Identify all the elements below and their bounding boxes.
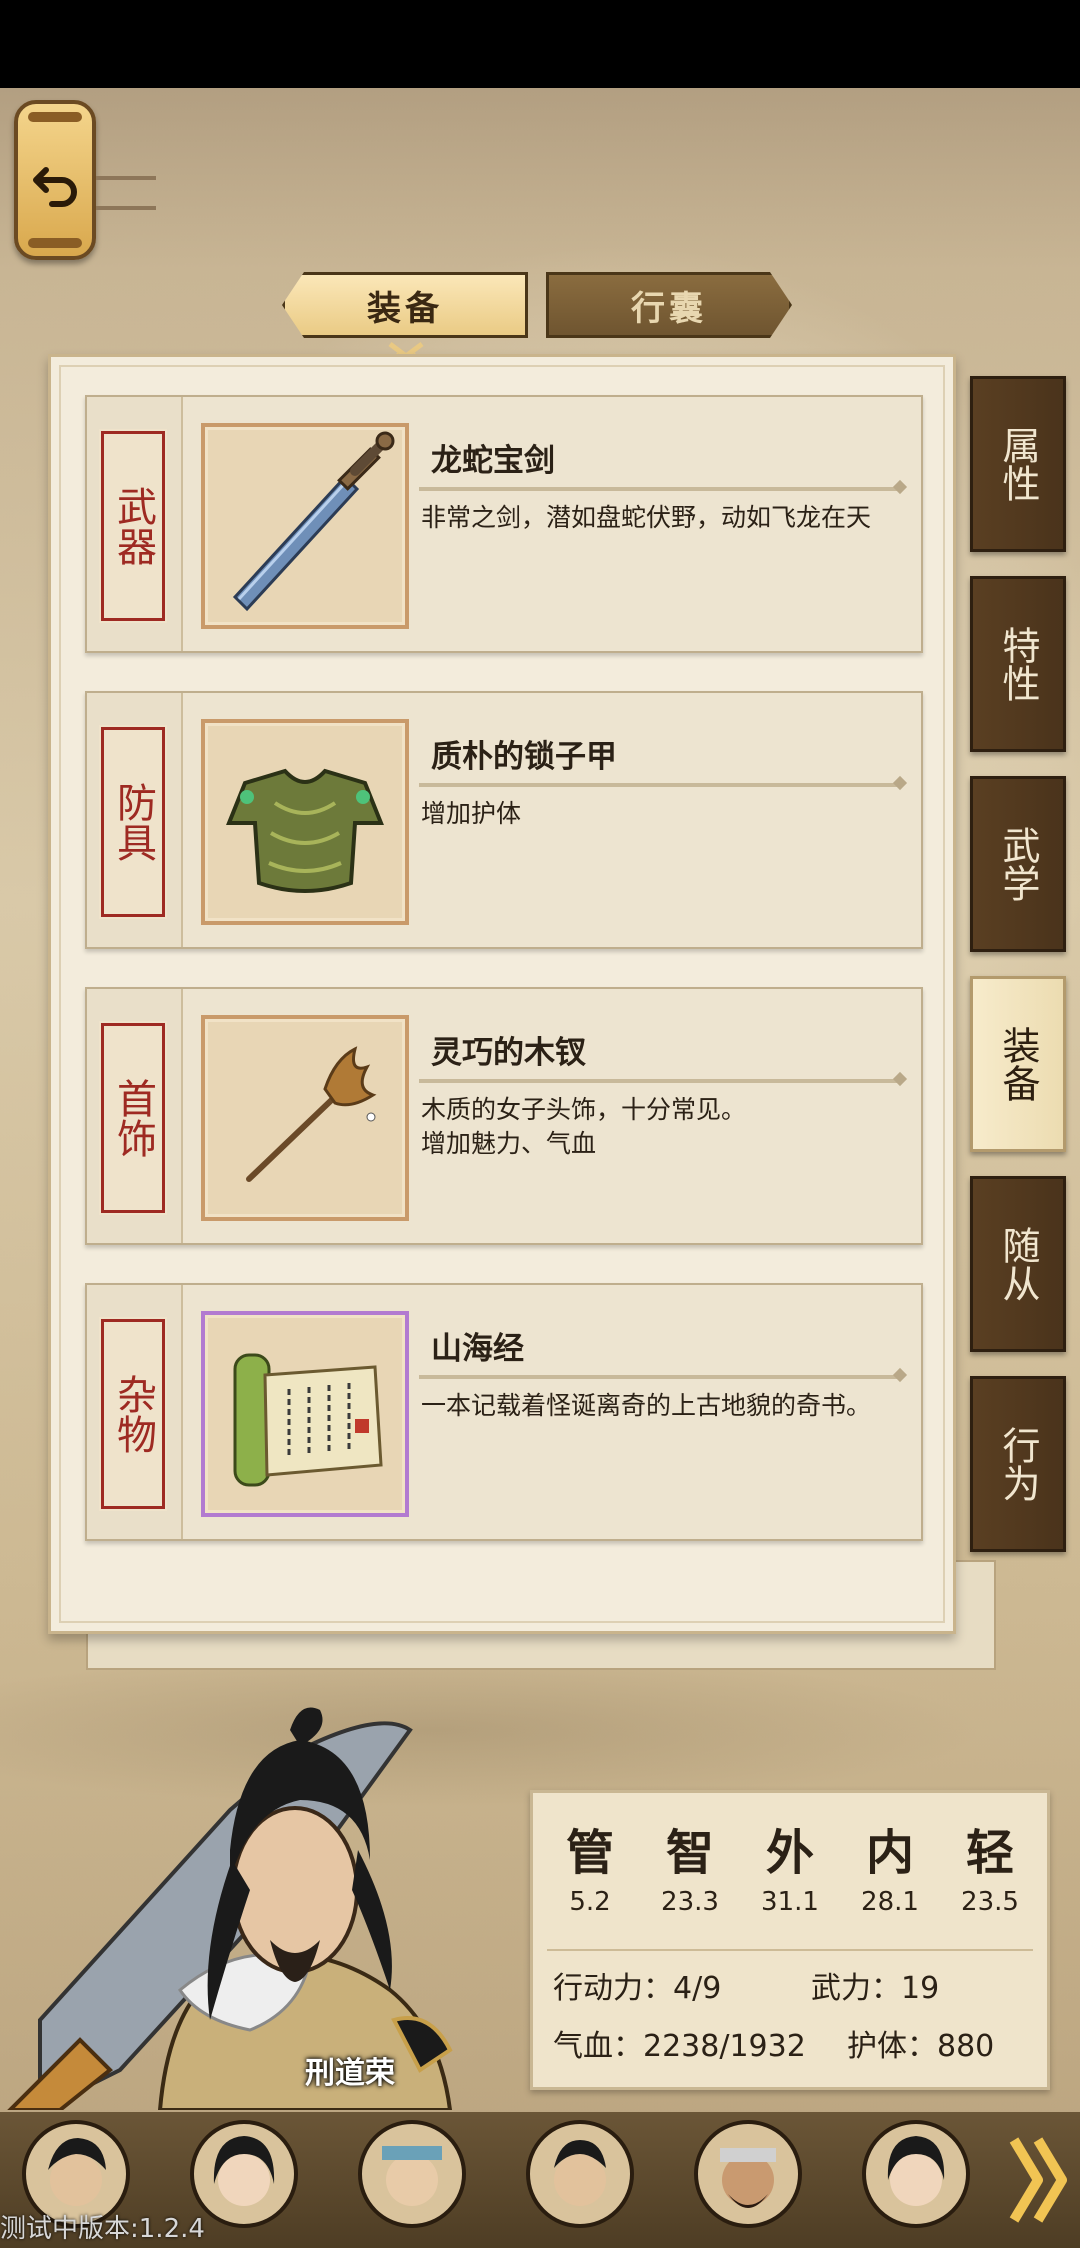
tab-equipment[interactable]: 装备	[282, 272, 528, 338]
back-arrow-icon	[33, 167, 77, 207]
side-tab-label: 随从	[996, 1226, 1040, 1302]
back-button-top-bar	[28, 112, 82, 122]
item-icon-frame[interactable]	[201, 719, 409, 925]
sword-icon	[232, 431, 395, 612]
stat-label: 轻	[965, 1825, 1014, 1881]
defense-stat: 护体：880	[847, 2029, 995, 2064]
version-label: 测试中版本:1.2.4	[0, 2214, 205, 2244]
category-text: 武器	[110, 486, 156, 566]
category-label-weapon: 武器	[99, 429, 167, 623]
stat-label: 智	[665, 1825, 714, 1881]
back-button[interactable]	[14, 100, 96, 260]
action-points: 行动力：4/9	[553, 1971, 722, 2006]
category-text: 杂物	[110, 1374, 156, 1454]
item-description: 木质的女子头饰，十分常见。 增加魅力、气血	[421, 1095, 747, 1158]
chevron-right-icon[interactable]	[1008, 2128, 1072, 2232]
stat-value: 31.1	[761, 1887, 819, 1917]
equipment-slot-weapon[interactable]: 武器 龙蛇宝剑 非常之剑，潜如盘蛇伏野，动如飞龙在天	[85, 395, 923, 653]
stat-label: 管	[565, 1825, 614, 1881]
item-icon-frame[interactable]	[201, 1015, 409, 1221]
scroll-icon	[233, 1353, 383, 1487]
item-name: 龙蛇宝剑	[431, 443, 555, 479]
stat-external: 外 31.1	[745, 1813, 835, 1917]
roster-avatar[interactable]	[862, 2120, 970, 2228]
hp-stat: 气血：2238/1932	[553, 2029, 806, 2064]
stat-label: 外	[765, 1825, 814, 1881]
item-name: 山海经	[431, 1331, 524, 1367]
side-tab-label: 行为	[996, 1426, 1040, 1502]
item-divider	[419, 1375, 899, 1379]
back-button-bottom-bar	[28, 238, 82, 248]
stat-internal: 内 28.1	[845, 1813, 935, 1917]
wooden-hairpin-icon	[246, 1046, 377, 1182]
item-divider	[419, 783, 899, 787]
tab-inventory[interactable]: 行囊	[546, 272, 792, 338]
stats-panel: 管 5.2 智 23.3 外 31.1 内 28.1 轻 23.5 行动力：4/…	[530, 1790, 1050, 2090]
side-tab-label: 装备	[996, 1026, 1040, 1102]
avatar-6	[887, 2136, 945, 2206]
roster-avatar[interactable]	[190, 2120, 298, 2228]
slot-category-column: 杂物	[87, 1285, 183, 1539]
category-text: 防具	[110, 782, 156, 862]
item-description: 增加护体	[421, 799, 522, 828]
avatar-2	[213, 2136, 275, 2206]
category-label-armor: 防具	[99, 725, 167, 919]
character-name: 刑道荣	[305, 2056, 395, 2091]
category-text: 首饰	[110, 1078, 156, 1158]
equipment-slot-accessory[interactable]: 首饰 灵巧的木钗 木质的女子头饰，十分常见。 增加魅力、气血	[85, 987, 923, 1245]
side-tab-equipment[interactable]: 装备	[970, 976, 1066, 1152]
side-tab-traits[interactable]: 特性	[970, 576, 1066, 752]
top-tab-bar: 装备 行囊	[282, 272, 792, 338]
item-icon-frame[interactable]	[201, 1311, 409, 1517]
category-label-misc: 杂物	[99, 1317, 167, 1511]
stat-agility: 轻 23.5	[945, 1813, 1035, 1917]
side-tab-behavior[interactable]: 行为	[970, 1376, 1066, 1552]
item-divider	[419, 487, 899, 491]
slot-category-column: 防具	[87, 693, 183, 947]
side-tab-attributes[interactable]: 属性	[970, 376, 1066, 552]
stat-intelligence: 智 23.3	[645, 1813, 735, 1917]
roster-avatar[interactable]	[694, 2120, 802, 2228]
roster-avatar[interactable]	[358, 2120, 466, 2228]
stat-value: 5.2	[569, 1887, 611, 1917]
stat-value: 23.5	[961, 1887, 1019, 1917]
item-name: 灵巧的木钗	[431, 1035, 586, 1071]
divider	[96, 176, 156, 180]
divider	[96, 206, 156, 210]
character-portrait	[7, 1707, 453, 2110]
stat-label: 内	[865, 1825, 914, 1881]
item-description: 非常之剑，潜如盘蛇伏野，动如飞龙在天	[421, 503, 872, 532]
stat-management: 管 5.2	[545, 1813, 635, 1917]
status-bar	[0, 0, 1080, 88]
roster-avatar[interactable]	[526, 2120, 634, 2228]
stat-value: 28.1	[861, 1887, 919, 1917]
item-icon-frame[interactable]	[201, 423, 409, 629]
side-tab-followers[interactable]: 随从	[970, 1176, 1066, 1352]
side-tab-martial-arts[interactable]: 武学	[970, 776, 1066, 952]
avatar-4	[554, 2140, 606, 2206]
equipment-slot-armor[interactable]: 防具 质朴的锁子甲 增加护体	[85, 691, 923, 949]
side-tab-label: 特性	[996, 626, 1040, 702]
slot-category-column: 首饰	[87, 989, 183, 1243]
equipment-slot-misc[interactable]: 杂物 山海经 一本记载着怪诞离奇的上古地貌的奇书。	[85, 1283, 923, 1541]
category-label-accessory: 首饰	[99, 1021, 167, 1215]
item-name: 质朴的锁子甲	[431, 739, 617, 775]
side-tab-label: 武学	[996, 826, 1040, 902]
slot-category-column: 武器	[87, 397, 183, 651]
chainmail-armor-icon	[226, 768, 384, 893]
item-description: 一本记载着怪诞离奇的上古地貌的奇书。	[421, 1391, 872, 1420]
side-tab-label: 属性	[996, 426, 1040, 502]
equipment-panel: 武器 龙蛇宝剑 非常之剑，潜如盘蛇伏野，动如飞龙在天 防具 质朴的锁子甲 增加护…	[48, 354, 956, 1634]
item-divider	[419, 1079, 899, 1083]
stat-value: 23.3	[661, 1887, 719, 1917]
stats-divider	[547, 1949, 1033, 1951]
avatar-5	[720, 2148, 776, 2208]
avatar-3	[382, 2146, 442, 2206]
force-stat: 武力：19	[811, 1971, 940, 2006]
